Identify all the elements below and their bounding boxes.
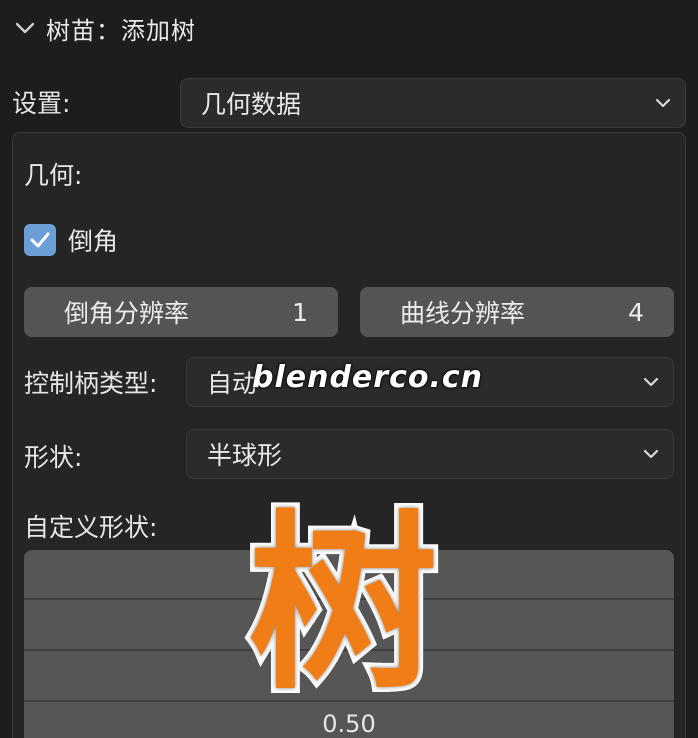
- custom-shape-label: 自定义形状:: [24, 513, 158, 542]
- chevron-down-icon: [655, 98, 671, 108]
- bevel-resolution-value: 1: [292, 297, 308, 327]
- geometry-section-title: 几何:: [24, 161, 83, 190]
- shape-value: 半球形: [207, 441, 283, 470]
- addon-panel: 树苗：添加树 设置: 几何数据 几何: 倒角 倒角分辨率 1 曲线分辨率 4 控…: [0, 0, 698, 738]
- watermark-char: 树: [243, 494, 443, 715]
- chevron-down-icon[interactable]: [12, 15, 38, 41]
- bevel-checkbox-label: 倒角: [68, 227, 119, 256]
- bevel-resolution-field[interactable]: 倒角分辨率 1: [24, 287, 338, 337]
- settings-dropdown[interactable]: 几何数据: [180, 78, 686, 128]
- bevel-resolution-label: 倒角分辨率: [64, 299, 190, 328]
- panel-header[interactable]: 树苗：添加树: [0, 0, 698, 56]
- shape-dropdown[interactable]: 半球形: [186, 429, 674, 479]
- chevron-down-icon: [643, 449, 659, 459]
- bevel-checkbox[interactable]: [24, 224, 56, 256]
- checkmark-icon: [30, 232, 50, 248]
- settings-dropdown-value: 几何数据: [201, 90, 302, 119]
- watermark-site: blenderco.cn: [252, 360, 484, 395]
- bevel-checkbox-row[interactable]: 倒角: [24, 222, 118, 258]
- panel-title: 树苗：添加树: [46, 16, 196, 45]
- curve-resolution-field[interactable]: 曲线分辨率 4: [360, 287, 674, 337]
- handle-type-value: 自动: [207, 369, 258, 398]
- curve-resolution-label: 曲线分辨率: [400, 299, 526, 328]
- handle-type-label: 控制柄类型:: [24, 369, 158, 398]
- chevron-down-icon: [643, 377, 659, 387]
- settings-label: 设置:: [12, 89, 71, 118]
- curve-resolution-value: 4: [628, 297, 644, 327]
- shape-label: 形状:: [24, 443, 83, 472]
